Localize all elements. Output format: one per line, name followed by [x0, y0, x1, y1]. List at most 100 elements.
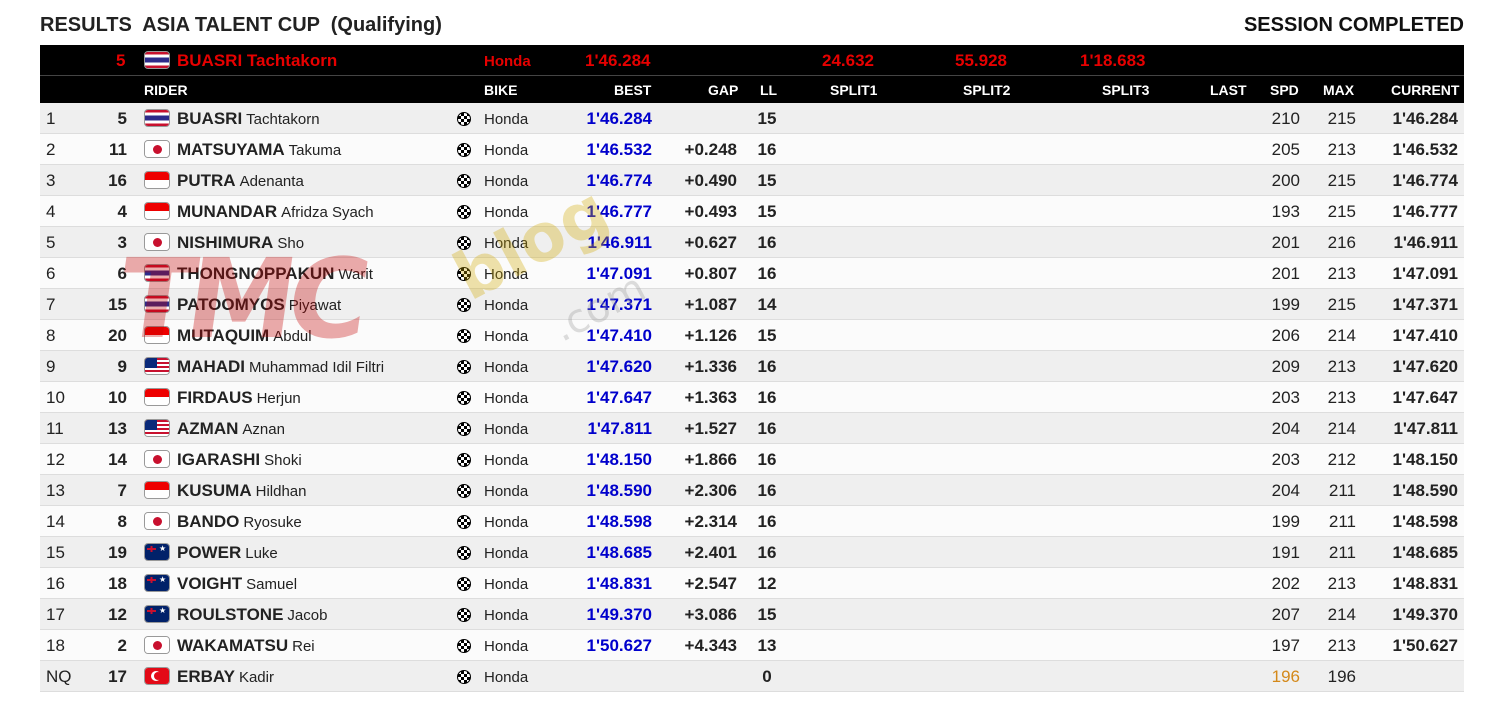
rider-last-name: POWER: [177, 543, 242, 562]
header-current[interactable]: CURRENT: [1391, 82, 1459, 98]
rider-name[interactable]: KUSUMA Hildhan: [177, 481, 306, 501]
rider-first-name: Herjun: [256, 390, 301, 407]
current-time-cell: 1'46.284: [1392, 109, 1459, 128]
max-speed-cell: 211: [1328, 481, 1356, 500]
gap-cell: +2.306: [684, 481, 737, 500]
rider-name[interactable]: NISHIMURA Sho: [177, 233, 304, 253]
best-time-cell: 1'48.150: [586, 450, 653, 469]
rider-number-cell: 11: [109, 140, 127, 159]
last-lap-cell: 15: [757, 202, 777, 221]
header-max[interactable]: MAX: [1323, 82, 1354, 98]
table-row[interactable]: 10 10 FIRDAUS Herjun Honda 1'47.647 +1.363 16 20…: [40, 382, 1464, 413]
rider-first-name: Piyawat: [288, 297, 342, 314]
best-time-cell: 1'48.685: [586, 543, 653, 562]
header-last[interactable]: LAST: [1210, 82, 1247, 98]
rider-name[interactable]: BUASRI Tachtakorn: [177, 109, 320, 129]
rider-last-name: MUNANDAR: [177, 202, 278, 221]
rider-first-name: Kadir: [238, 669, 274, 686]
table-row[interactable]: 12 14 IGARASHI Shoki Honda 1'48.150 +1.866 16 20…: [40, 444, 1464, 475]
table-row[interactable]: 7 15 PATOOMYOS Piyawat Honda 1'47.371 +1.087 14…: [40, 289, 1464, 320]
max-speed-cell: 212: [1327, 450, 1356, 469]
table-row[interactable]: 18 2 WAKAMATSU Rei Honda 1'50.627 +4.343 13 197 2…: [40, 630, 1464, 661]
header-ll[interactable]: LL: [760, 82, 777, 98]
rider-name[interactable]: WAKAMATSU Rei: [177, 636, 315, 656]
rider-last-name: WAKAMATSU: [177, 636, 289, 655]
rider-name[interactable]: POWER Luke: [177, 543, 278, 563]
table-row[interactable]: 3 16 PUTRA Adenanta Honda 1'46.774 +0.490 15 200…: [40, 165, 1464, 196]
max-speed-cell: 215: [1327, 202, 1356, 221]
table-row[interactable]: 1 5 BUASRI Tachtakorn Honda 1'46.284 15 210 215 1…: [40, 103, 1464, 134]
last-lap-cell: 16: [757, 357, 777, 376]
gap-cell: +2.401: [684, 543, 737, 562]
table-row[interactable]: 2 11 MATSUYAMA Takuma Honda 1'46.532 +0.248 16 2…: [40, 134, 1464, 165]
rider-name[interactable]: MAHADI Muhammad Idil Filtri: [177, 357, 384, 377]
rider-first-name: Samuel: [246, 576, 298, 593]
rider-name[interactable]: AZMAN Aznan: [177, 419, 285, 439]
country-flag-icon: [144, 264, 170, 282]
last-lap-cell: 16: [757, 388, 777, 407]
table-row[interactable]: 16 18 VOIGHTSamuel Honda 1'48.831 +2.547 12 202…: [40, 568, 1464, 599]
speed-cell: 202: [1271, 574, 1300, 593]
header-rider[interactable]: RIDER: [144, 82, 188, 98]
rider-name[interactable]: FIRDAUS Herjun: [177, 388, 301, 408]
rider-name[interactable]: MATSUYAMA Takuma: [177, 140, 341, 160]
rider-name[interactable]: VOIGHT Samuel: [177, 574, 297, 594]
country-flag-icon: [144, 543, 170, 561]
rider-name[interactable]: THONGNOPPAKUN Warit: [177, 264, 373, 284]
rider-name[interactable]: PATOOMYOS Piyawat: [177, 295, 341, 315]
table-row[interactable]: NQ 17 ERBAY Kadir Honda 0 196 196: [40, 661, 1464, 692]
rider-name[interactable]: BANDO Ryosuke: [177, 512, 302, 532]
rider-name[interactable]: MUNANDAR Afridza Syach: [177, 202, 374, 222]
last-lap-cell: 12: [757, 574, 777, 593]
rider-name[interactable]: ERBAY Kadir: [177, 667, 274, 687]
best-time-cell: 1'46.284: [586, 109, 653, 128]
rider-first-name: Afridza Syach: [281, 204, 374, 221]
table-row[interactable]: 11 13 AZMAN Aznan Honda 1'47.811 +1.527 16 204 21…: [40, 413, 1464, 444]
rider-name[interactable]: PUTRA Adenanta: [177, 171, 304, 191]
table-row[interactable]: 4 4 MUNANDAR Afridza Syach Honda 1'46.777 +0.4…: [40, 196, 1464, 227]
rider-name[interactable]: IGARASHI Shoki: [177, 450, 302, 470]
rider-last-name: MUTAQUIM: [177, 326, 270, 345]
rider-first-name: Warit: [338, 266, 373, 283]
header-spd[interactable]: SPD: [1270, 82, 1299, 98]
table-row[interactable]: 13 7 KUSUMA Hildhan Honda 1'48.590 +2.306 16 204…: [40, 475, 1464, 506]
rider-name[interactable]: MUTAQUIM Abdul: [177, 326, 312, 346]
table-row[interactable]: 8 20 MUTAQUIM Abdul Honda 1'47.410 +1.126 15 206…: [40, 320, 1464, 351]
table-row[interactable]: 6 6 THONGNOPPAKUN Warit Honda 1'47.091 +0.807 1…: [40, 258, 1464, 289]
position-cell: 4: [46, 202, 56, 221]
checkered-flag-icon: [457, 577, 471, 591]
country-flag-icon: [144, 202, 170, 220]
country-flag-icon: [144, 574, 170, 592]
checkered-flag-icon: [457, 205, 471, 219]
header-best[interactable]: BEST: [614, 82, 651, 98]
max-speed-cell: 213: [1327, 357, 1356, 376]
table-row[interactable]: 15 19 POWERLuke Honda 1'48.685 +2.401 16 191 211…: [40, 537, 1464, 568]
position-cell: 8: [46, 326, 56, 345]
position-cell: 12: [46, 450, 65, 469]
table-row[interactable]: 5 3 NISHIMURA Sho Honda 1'46.911 +0.627 16 201 21…: [40, 227, 1464, 258]
position-cell: 13: [46, 481, 65, 500]
speed-cell: 205: [1271, 140, 1300, 159]
header-split1[interactable]: SPLIT1: [830, 82, 877, 98]
position-cell: 6: [46, 264, 56, 283]
last-lap-cell: 16: [757, 419, 777, 438]
country-flag-icon: [144, 388, 170, 406]
speed-cell: 199: [1271, 512, 1300, 531]
country-flag-icon: [144, 636, 170, 654]
rider-name[interactable]: ROULSTONE Jacob: [177, 605, 327, 625]
country-flag-icon: [144, 109, 170, 127]
checkered-flag-icon: [457, 453, 471, 467]
best-time-cell: 1'48.831: [586, 574, 653, 593]
header-bike[interactable]: BIKE: [484, 82, 517, 98]
position-cell: 15: [46, 543, 65, 562]
rider-number-cell: 20: [108, 326, 127, 345]
table-row[interactable]: 14 8 BANDO Ryosuke Honda 1'48.598 +2.314 16 199 2…: [40, 506, 1464, 537]
header-split3[interactable]: SPLIT3: [1102, 82, 1149, 98]
table-row[interactable]: 9 9 MAHADI Muhammad Idil Filtri Honda 1'47.62…: [40, 351, 1464, 382]
header-gap[interactable]: GAP: [708, 82, 738, 98]
rider-number-cell: 14: [108, 450, 127, 469]
gap-cell: +1.866: [684, 450, 737, 469]
table-row[interactable]: 17 12 ROULSTONEJacob Honda 1'49.370 +3.086 15 2…: [40, 599, 1464, 630]
last-lap-cell: 15: [757, 326, 777, 345]
header-split2[interactable]: SPLIT2: [963, 82, 1010, 98]
